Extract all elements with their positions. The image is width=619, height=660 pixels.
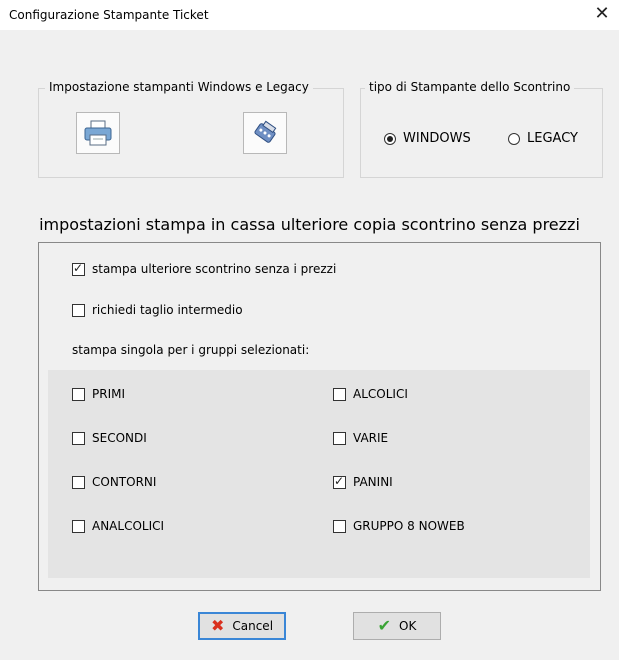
group-checkbox-analcolici-box[interactable] [72, 519, 85, 533]
group-checkbox-varie[interactable]: VARIE [333, 431, 388, 445]
group-checkbox-gruppo8[interactable]: GRUPPO 8 NOWEB [333, 519, 465, 533]
groups-label: stampa singola per i gruppi selezionati: [72, 343, 310, 357]
checkbox-print-without-prices-label: stampa ulteriore scontrino senza i prezz… [92, 262, 337, 276]
group-checkbox-varie-label: VARIE [353, 431, 389, 445]
checkbox-intermediate-cut-label: richiedi taglio intermedio [92, 303, 243, 317]
group-checkbox-alcolici-box[interactable] [333, 387, 346, 401]
group-checkbox-panini-box[interactable] [333, 474, 346, 489]
radio-windows-label: WINDOWS [403, 131, 471, 146]
group-checkbox-primi-box[interactable] [72, 387, 85, 401]
cancel-button[interactable]: ✖ Cancel [198, 612, 286, 640]
group-checkbox-contorni[interactable]: CONTORNI [72, 475, 156, 489]
group-checkbox-secondi-box[interactable] [72, 431, 85, 445]
group-checkbox-alcolici-label: ALCOLICI [353, 387, 408, 401]
groups-panel [48, 370, 590, 578]
printers-group-legend: Impostazione stampanti Windows e Legacy [45, 80, 313, 94]
close-icon[interactable]: ✕ [591, 3, 613, 25]
radio-windows[interactable]: WINDOWS [384, 131, 471, 146]
cancel-button-label: Cancel [232, 619, 274, 633]
group-checkbox-panini-label: PANINI [353, 475, 393, 489]
printer-type-legend: tipo di Stampante dello Scontrino [365, 80, 575, 94]
radio-windows-dot[interactable] [384, 132, 396, 145]
group-checkbox-primi-label: PRIMI [92, 387, 126, 401]
checkbox-print-without-prices[interactable]: stampa ulteriore scontrino senza i prezz… [72, 261, 337, 276]
group-checkbox-secondi[interactable]: SECONDI [72, 431, 147, 445]
group-checkbox-contorni-label: CONTORNI [92, 475, 157, 489]
checkbox-intermediate-cut[interactable]: richiedi taglio intermedio [72, 303, 243, 317]
group-checkbox-gruppo8-box[interactable] [333, 519, 346, 533]
window-title: Configurazione Stampante Ticket [9, 8, 209, 22]
group-checkbox-gruppo8-label: GRUPPO 8 NOWEB [353, 519, 465, 533]
checkbox-print-without-prices-box[interactable] [72, 261, 85, 276]
group-checkbox-analcolici-label: ANALCOLICI [92, 519, 165, 533]
ok-button-label: OK [399, 619, 417, 633]
title-bar: Configurazione Stampante Ticket ✕ [0, 0, 619, 30]
cancel-x-icon: ✖ [210, 616, 225, 635]
group-checkbox-contorni-box[interactable] [72, 475, 85, 489]
legacy-printer-button[interactable] [243, 112, 287, 154]
windows-printer-button[interactable] [76, 112, 120, 154]
printer-icon [84, 120, 112, 146]
radio-legacy-dot[interactable] [508, 132, 520, 145]
group-checkbox-varie-box[interactable] [333, 431, 346, 445]
group-checkbox-panini[interactable]: PANINI [333, 474, 393, 489]
checkbox-intermediate-cut-box[interactable] [72, 303, 85, 317]
legacy-printer-icon [254, 120, 277, 143]
ok-button[interactable]: ✔ OK [353, 612, 441, 640]
radio-legacy-label: LEGACY [527, 131, 578, 146]
group-checkbox-analcolici[interactable]: ANALCOLICI [72, 519, 164, 533]
group-checkbox-primi[interactable]: PRIMI [72, 387, 125, 401]
radio-legacy[interactable]: LEGACY [508, 131, 578, 146]
group-checkbox-secondi-label: SECONDI [92, 431, 147, 445]
ok-check-icon: ✔ [377, 616, 392, 635]
section-heading: impostazioni stampa in cassa ulteriore c… [39, 215, 580, 234]
group-checkbox-alcolici[interactable]: ALCOLICI [333, 387, 408, 401]
